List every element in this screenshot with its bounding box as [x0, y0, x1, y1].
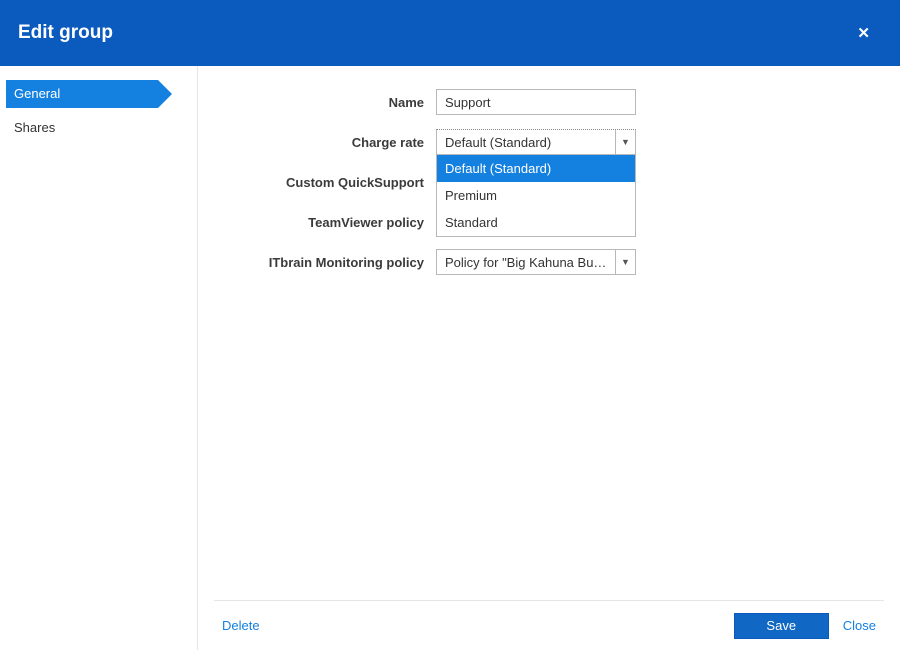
sidebar: General Shares	[0, 66, 198, 650]
charge-rate-value: Default (Standard)	[437, 135, 615, 150]
dialog-title: Edit group	[18, 22, 113, 44]
charge-rate-dropdown: Default (Standard) Premium Standard	[436, 155, 636, 237]
charge-rate-option[interactable]: Premium	[437, 182, 635, 209]
charge-rate-option[interactable]: Default (Standard)	[437, 155, 635, 182]
row-itbrain-policy: ITbrain Monitoring policy Policy for "Bi…	[208, 242, 890, 282]
itbrain-policy-value: Policy for "Big Kahuna Bur...	[437, 255, 615, 270]
delete-link[interactable]: Delete	[222, 618, 260, 633]
tab-label: Shares	[14, 120, 55, 135]
tab-general[interactable]: General	[6, 80, 158, 108]
form-area: Name Charge rate Default (Standard) ▼ De…	[208, 66, 890, 600]
row-name: Name	[208, 82, 890, 122]
charge-rate-select[interactable]: Default (Standard) ▼	[436, 129, 636, 155]
tab-label: General	[14, 86, 60, 101]
chevron-down-icon[interactable]: ▼	[615, 130, 635, 154]
itbrain-policy-label: ITbrain Monitoring policy	[208, 255, 436, 270]
dialog-footer: Delete Save Close	[214, 600, 884, 650]
name-label: Name	[208, 95, 436, 110]
dialog-header: Edit group ✕	[0, 0, 900, 66]
row-charge-rate: Charge rate Default (Standard) ▼ Default…	[208, 122, 890, 162]
name-input[interactable]	[436, 89, 636, 115]
close-icon[interactable]: ✕	[849, 20, 878, 46]
close-link[interactable]: Close	[843, 618, 876, 633]
charge-rate-label: Charge rate	[208, 135, 436, 150]
dialog-body: General Shares Name Charge rate Default …	[0, 66, 900, 650]
charge-rate-option[interactable]: Standard	[437, 209, 635, 236]
save-button[interactable]: Save	[734, 613, 829, 639]
tab-shares[interactable]: Shares	[0, 114, 197, 142]
itbrain-policy-select[interactable]: Policy for "Big Kahuna Bur... ▼	[436, 249, 636, 275]
content-pane: Name Charge rate Default (Standard) ▼ De…	[198, 66, 900, 650]
chevron-down-icon[interactable]: ▼	[615, 250, 635, 274]
custom-quicksupport-label: Custom QuickSupport	[208, 175, 436, 190]
teamviewer-policy-label: TeamViewer policy	[208, 215, 436, 230]
